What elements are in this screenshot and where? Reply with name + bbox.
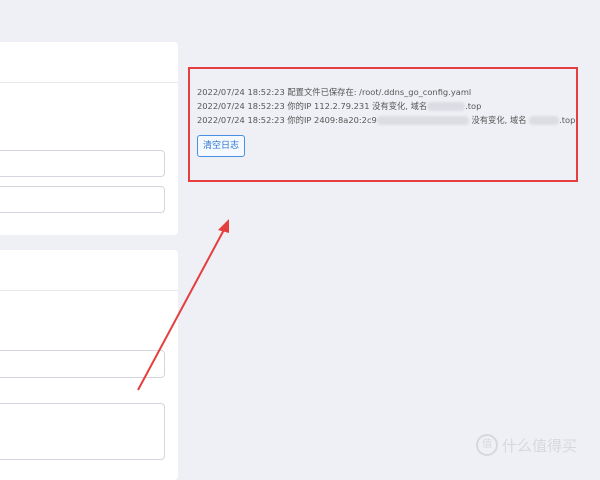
watermark-logo-icon: 值 bbox=[476, 434, 498, 456]
watermark: 值什么值得买 bbox=[476, 434, 577, 456]
annotation-arrow-icon bbox=[0, 0, 600, 468]
